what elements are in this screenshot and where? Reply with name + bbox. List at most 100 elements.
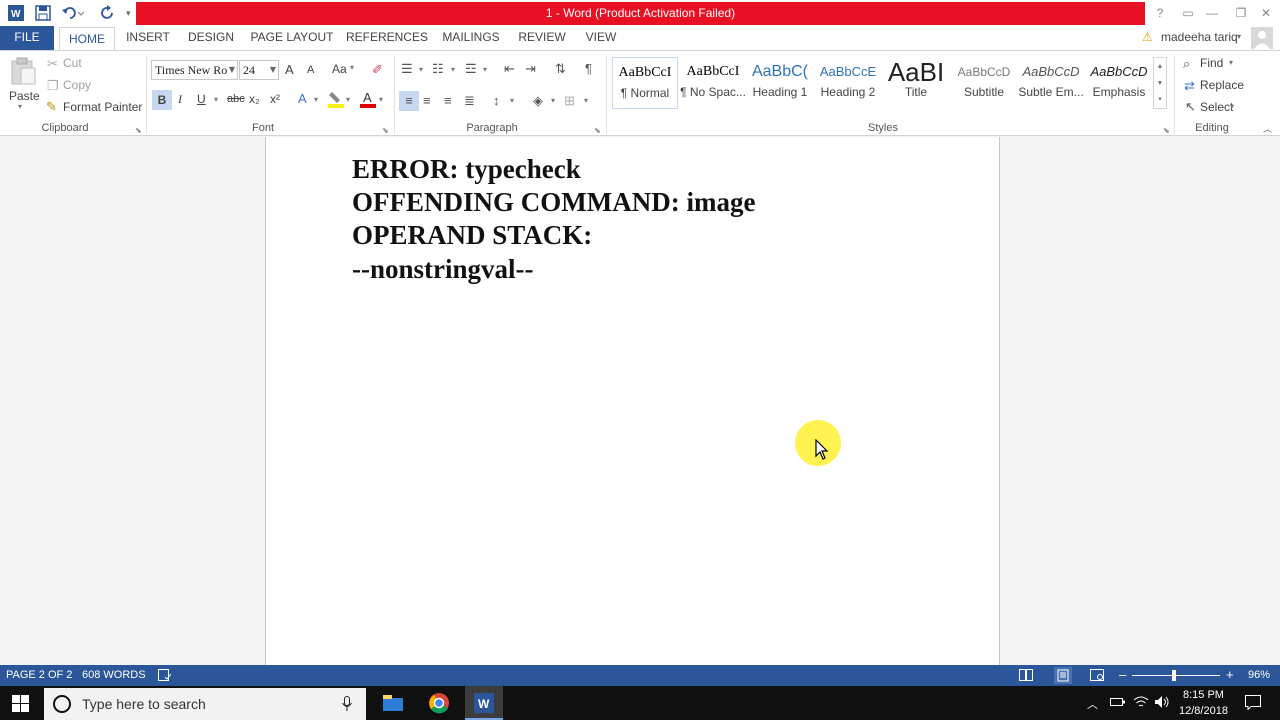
select-chevron-icon[interactable]: ▾	[1230, 102, 1234, 111]
customize-qat-icon[interactable]: ▾	[126, 5, 131, 21]
style-subtitle[interactable]: AaBbCcD Subtitle	[951, 57, 1017, 109]
paste-icon[interactable]	[10, 57, 36, 89]
numbering-chevron-icon[interactable]: ▾	[451, 65, 455, 74]
bullets-chevron-icon[interactable]: ▾	[419, 65, 423, 74]
taskbar-search-input[interactable]: Type here to search	[82, 696, 206, 712]
battery-icon[interactable]	[1110, 696, 1126, 711]
align-right-icon[interactable]: ≡	[444, 93, 452, 109]
zoom-out-button[interactable]: –	[1119, 667, 1126, 682]
justify-icon[interactable]: ≣	[464, 93, 475, 109]
paste-button[interactable]: Paste	[9, 89, 40, 103]
user-name[interactable]: madeeha tariq	[1161, 26, 1238, 50]
tab-view[interactable]: VIEW	[580, 26, 622, 50]
shading-icon[interactable]: ◈	[533, 93, 543, 109]
avatar[interactable]	[1251, 27, 1273, 51]
tab-insert[interactable]: INSERT	[122, 26, 174, 50]
align-center-icon[interactable]: ≡	[423, 93, 431, 109]
bold-button[interactable]: B	[152, 90, 172, 110]
close-button[interactable]: ✕	[1252, 3, 1280, 23]
multilevel-list-icon[interactable]: ☲	[465, 61, 477, 77]
select-button[interactable]: Select	[1200, 100, 1233, 114]
highlight-chevron-icon[interactable]: ▾	[346, 95, 350, 104]
show-formatting-icon[interactable]: ¶	[585, 61, 592, 77]
save-icon[interactable]	[35, 5, 51, 21]
underline-button[interactable]: U	[197, 92, 206, 106]
line-spacing-icon[interactable]: ↕	[493, 93, 500, 109]
replace-button[interactable]: Replace	[1200, 78, 1244, 92]
page-count[interactable]: PAGE 2 OF 2	[6, 669, 72, 681]
undo-icon[interactable]	[62, 5, 85, 21]
decrease-indent-icon[interactable]: ⇤	[504, 61, 515, 77]
style-title[interactable]: AaBI Title	[883, 57, 949, 109]
tab-review[interactable]: REVIEW	[514, 26, 570, 50]
italic-button[interactable]: I	[178, 92, 182, 107]
borders-chevron-icon[interactable]: ▾	[584, 96, 588, 105]
volume-icon[interactable]	[1154, 695, 1170, 712]
style-emphasis[interactable]: AaBbCcD Emphasis	[1086, 57, 1152, 109]
zoom-in-button[interactable]: +	[1226, 667, 1234, 682]
taskbar-search-box[interactable]: Type here to search	[44, 688, 366, 720]
styles-scrollbar[interactable]: ▲ ▼ ▾	[1153, 57, 1167, 109]
tab-mailings[interactable]: MAILINGS	[438, 26, 504, 50]
style-normal[interactable]: AaBbCcI ¶ Normal	[612, 57, 678, 109]
shading-chevron-icon[interactable]: ▾	[551, 96, 555, 105]
multilevel-chevron-icon[interactable]: ▾	[483, 65, 487, 74]
microphone-icon[interactable]	[342, 696, 352, 715]
style-heading-2[interactable]: AaBbCcE Heading 2	[815, 57, 881, 109]
increase-indent-icon[interactable]: ⇥	[525, 61, 536, 77]
font-color-icon[interactable]: A	[360, 90, 376, 112]
copy-button[interactable]: Copy	[63, 78, 91, 92]
user-menu-chevron-icon[interactable]: ▾	[1237, 26, 1241, 50]
text-effects-chevron-icon[interactable]: ▾	[314, 95, 318, 104]
more-styles-icon[interactable]: ▾	[1154, 92, 1166, 108]
borders-icon[interactable]: ⊞	[564, 93, 575, 109]
tab-file[interactable]: FILE	[0, 26, 54, 50]
superscript-button[interactable]: x²	[270, 92, 280, 106]
line-spacing-chevron-icon[interactable]: ▾	[510, 96, 514, 105]
shrink-font-button[interactable]: A	[307, 64, 314, 76]
zoom-level[interactable]: 96%	[1248, 669, 1270, 681]
chrome-icon[interactable]	[428, 692, 450, 717]
grow-font-button[interactable]: A	[285, 62, 294, 77]
sort-icon[interactable]: ⇅	[555, 61, 566, 77]
font-color-chevron-icon[interactable]: ▾	[379, 95, 383, 104]
format-painter-button[interactable]: Format Painter	[63, 100, 142, 114]
show-hidden-icons-icon[interactable]: ︿	[1087, 696, 1098, 712]
underline-chevron-icon[interactable]: ▾	[214, 95, 218, 104]
redo-icon[interactable]	[100, 5, 116, 21]
collapse-ribbon-icon[interactable]: ︿	[1263, 121, 1272, 137]
font-size-combo[interactable]: 24 ▼	[239, 60, 279, 80]
style-no-spacing[interactable]: AaBbCcI ¶ No Spac...	[680, 57, 746, 109]
notifications-icon[interactable]	[1245, 695, 1261, 713]
strikethrough-button[interactable]: abc	[227, 93, 245, 105]
subscript-button[interactable]: x₂	[249, 92, 260, 106]
paste-chevron-icon[interactable]: ▾	[18, 102, 22, 111]
style-subtle-emphasis[interactable]: AaBbCcD Subtle Em...	[1018, 57, 1084, 109]
clock-date[interactable]: 12/8/2018	[1179, 705, 1228, 717]
wifi-icon[interactable]	[1133, 695, 1149, 712]
clear-formatting-icon[interactable]: ✐	[372, 62, 383, 78]
change-case-chevron-icon[interactable]: ▾	[350, 63, 354, 72]
font-name-combo[interactable]: Times New Ro ▼	[151, 60, 238, 80]
help-button[interactable]: ?	[1146, 3, 1174, 23]
style-heading-1[interactable]: AaBbC( Heading 1	[747, 57, 813, 109]
chevron-up-icon[interactable]: ▲	[1154, 58, 1166, 75]
word-count[interactable]: 608 WORDS	[82, 669, 146, 681]
web-layout-icon[interactable]	[1090, 669, 1104, 684]
align-left-icon[interactable]: ≡	[399, 91, 419, 111]
bullets-icon[interactable]: ☰	[401, 61, 413, 77]
cut-button[interactable]: Cut	[63, 56, 82, 70]
read-mode-icon[interactable]	[1019, 669, 1033, 684]
tab-references[interactable]: REFERENCES	[346, 26, 428, 50]
numbering-icon[interactable]: ☷	[432, 61, 444, 77]
highlight-color-icon[interactable]	[328, 90, 344, 112]
proofing-icon[interactable]	[158, 669, 172, 684]
change-case-button[interactable]: Aa	[332, 62, 347, 76]
word-taskbar-button[interactable]: W	[465, 686, 503, 720]
tab-page-layout[interactable]: PAGE LAYOUT	[248, 26, 336, 50]
file-explorer-icon[interactable]	[382, 693, 404, 716]
find-button[interactable]: Find	[1200, 56, 1223, 70]
restore-button[interactable]: ❐	[1227, 3, 1255, 23]
minimize-button[interactable]: —	[1198, 3, 1226, 23]
find-chevron-icon[interactable]: ▾	[1229, 58, 1233, 67]
